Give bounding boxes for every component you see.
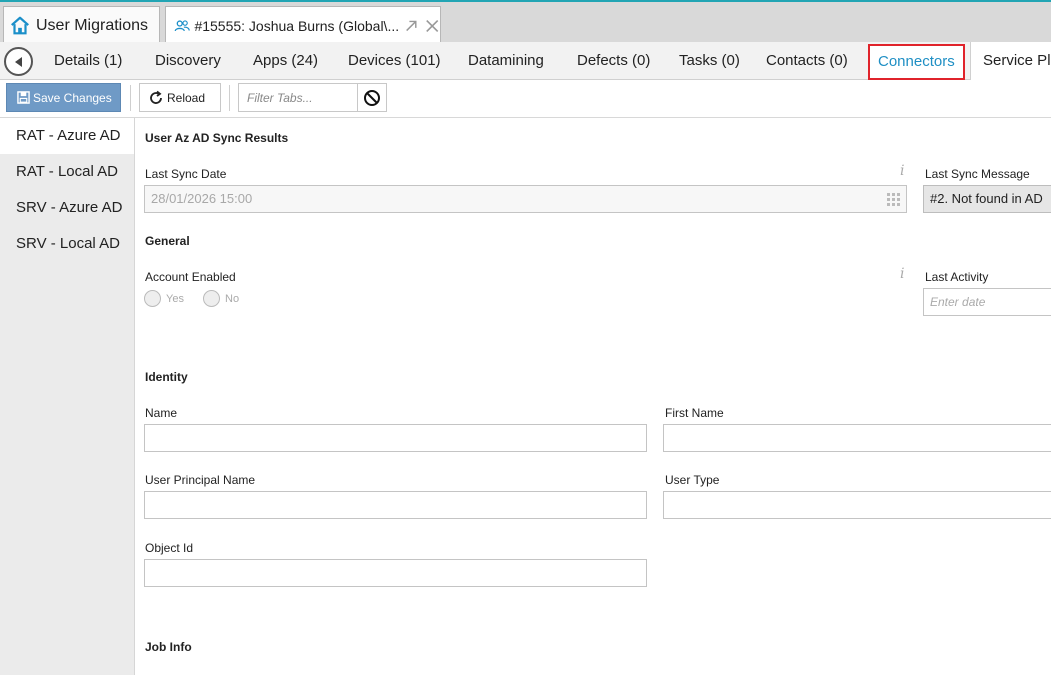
toolbar-divider (229, 85, 230, 111)
tab-devices[interactable]: Devices (101) (348, 42, 441, 80)
popout-icon[interactable] (403, 17, 419, 35)
save-changes-button[interactable]: Save Changes (6, 83, 121, 112)
last-sync-message-label: Last Sync Message (925, 167, 1030, 181)
save-icon (17, 91, 30, 104)
home-icon (11, 16, 29, 34)
section-job-info: Job Info (145, 640, 192, 654)
nav-tab-bar: Details (1) Discovery Apps (24) Devices … (0, 42, 1051, 80)
radio-yes-circle[interactable] (144, 290, 161, 307)
name-label: Name (145, 406, 178, 420)
user-principal-name-label: User Principal Name (145, 473, 256, 487)
last-activity-field[interactable]: Enter date (923, 288, 1051, 316)
last-activity-label: Last Activity (925, 270, 989, 284)
object-id-field[interactable] (144, 559, 647, 587)
block-icon (364, 89, 380, 106)
last-sync-date-value: 28/01/2026 15:00 (151, 191, 253, 206)
window-tab-strip: User Migrations #15555: Joshua Burns (Gl… (0, 0, 1051, 44)
tab-service-plans[interactable]: Service Pla (970, 42, 1051, 80)
toolbar-divider (130, 85, 131, 111)
tab-apps[interactable]: Apps (24) (253, 42, 318, 80)
section-sync-results: User Az AD Sync Results (145, 131, 289, 145)
connector-sidebar: RAT - Azure AD RAT - Local AD SRV - Azur… (0, 118, 135, 675)
sidebar-item-rat-azure-ad[interactable]: RAT - Azure AD (0, 118, 134, 154)
tab-connectors[interactable]: Connectors (868, 44, 965, 80)
first-name-field[interactable] (663, 424, 1051, 452)
close-icon[interactable] (424, 17, 440, 35)
radio-yes[interactable]: Yes (144, 290, 184, 307)
last-sync-date-label: Last Sync Date (145, 167, 227, 181)
chevron-left-icon (14, 56, 22, 67)
clear-filter-button[interactable] (358, 83, 387, 112)
window-tab-home-label: User Migrations (36, 16, 149, 34)
users-icon (174, 19, 190, 31)
user-type-label: User Type (665, 473, 720, 487)
tab-details[interactable]: Details (1) (54, 42, 122, 80)
back-button[interactable] (4, 47, 33, 76)
tab-discovery[interactable]: Discovery (155, 42, 221, 80)
toolbar: Save Changes Reload (0, 80, 1051, 118)
user-principal-name-field[interactable] (144, 491, 647, 519)
sidebar-item-rat-local-ad[interactable]: RAT - Local AD (0, 154, 134, 190)
first-name-label: First Name (665, 406, 724, 420)
info-icon[interactable]: i (900, 266, 904, 282)
last-sync-message-field: #2. Not found in AD (923, 185, 1051, 213)
radio-no[interactable]: No (203, 290, 239, 307)
window-tab-user[interactable]: #15555: Joshua Burns (Global\... (165, 6, 441, 44)
reload-button[interactable]: Reload (139, 83, 221, 112)
tab-defects[interactable]: Defects (0) (577, 42, 650, 80)
user-type-field[interactable] (663, 491, 1051, 519)
account-enabled-label: Account Enabled (145, 270, 236, 284)
connector-detail-panel: User Az AD Sync Results Last Sync Date i… (135, 118, 1051, 675)
section-general: General (145, 234, 190, 248)
window-tab-home[interactable]: User Migrations (3, 6, 160, 44)
radio-no-label: No (225, 292, 240, 305)
sidebar-item-srv-local-ad[interactable]: SRV - Local AD (0, 226, 134, 262)
reload-label: Reload (167, 90, 206, 105)
tab-contacts[interactable]: Contacts (0) (766, 42, 848, 80)
name-field[interactable] (144, 424, 647, 452)
calendar-icon (887, 193, 900, 206)
window-tab-user-label: #15555: Joshua Burns (Global\... (194, 17, 400, 34)
sidebar-item-srv-azure-ad[interactable]: SRV - Azure AD (0, 190, 134, 226)
radio-yes-label: Yes (166, 292, 184, 305)
object-id-label: Object Id (145, 541, 194, 555)
tab-datamining[interactable]: Datamining (468, 42, 544, 80)
save-changes-label: Save Changes (33, 90, 112, 105)
filter-tabs-input[interactable] (238, 83, 358, 112)
last-sync-date-field: 28/01/2026 15:00 (144, 185, 907, 213)
tab-tasks[interactable]: Tasks (0) (679, 42, 740, 80)
refresh-icon (150, 90, 162, 104)
radio-no-circle[interactable] (203, 290, 220, 307)
section-identity: Identity (145, 370, 188, 384)
info-icon[interactable]: i (900, 163, 904, 179)
